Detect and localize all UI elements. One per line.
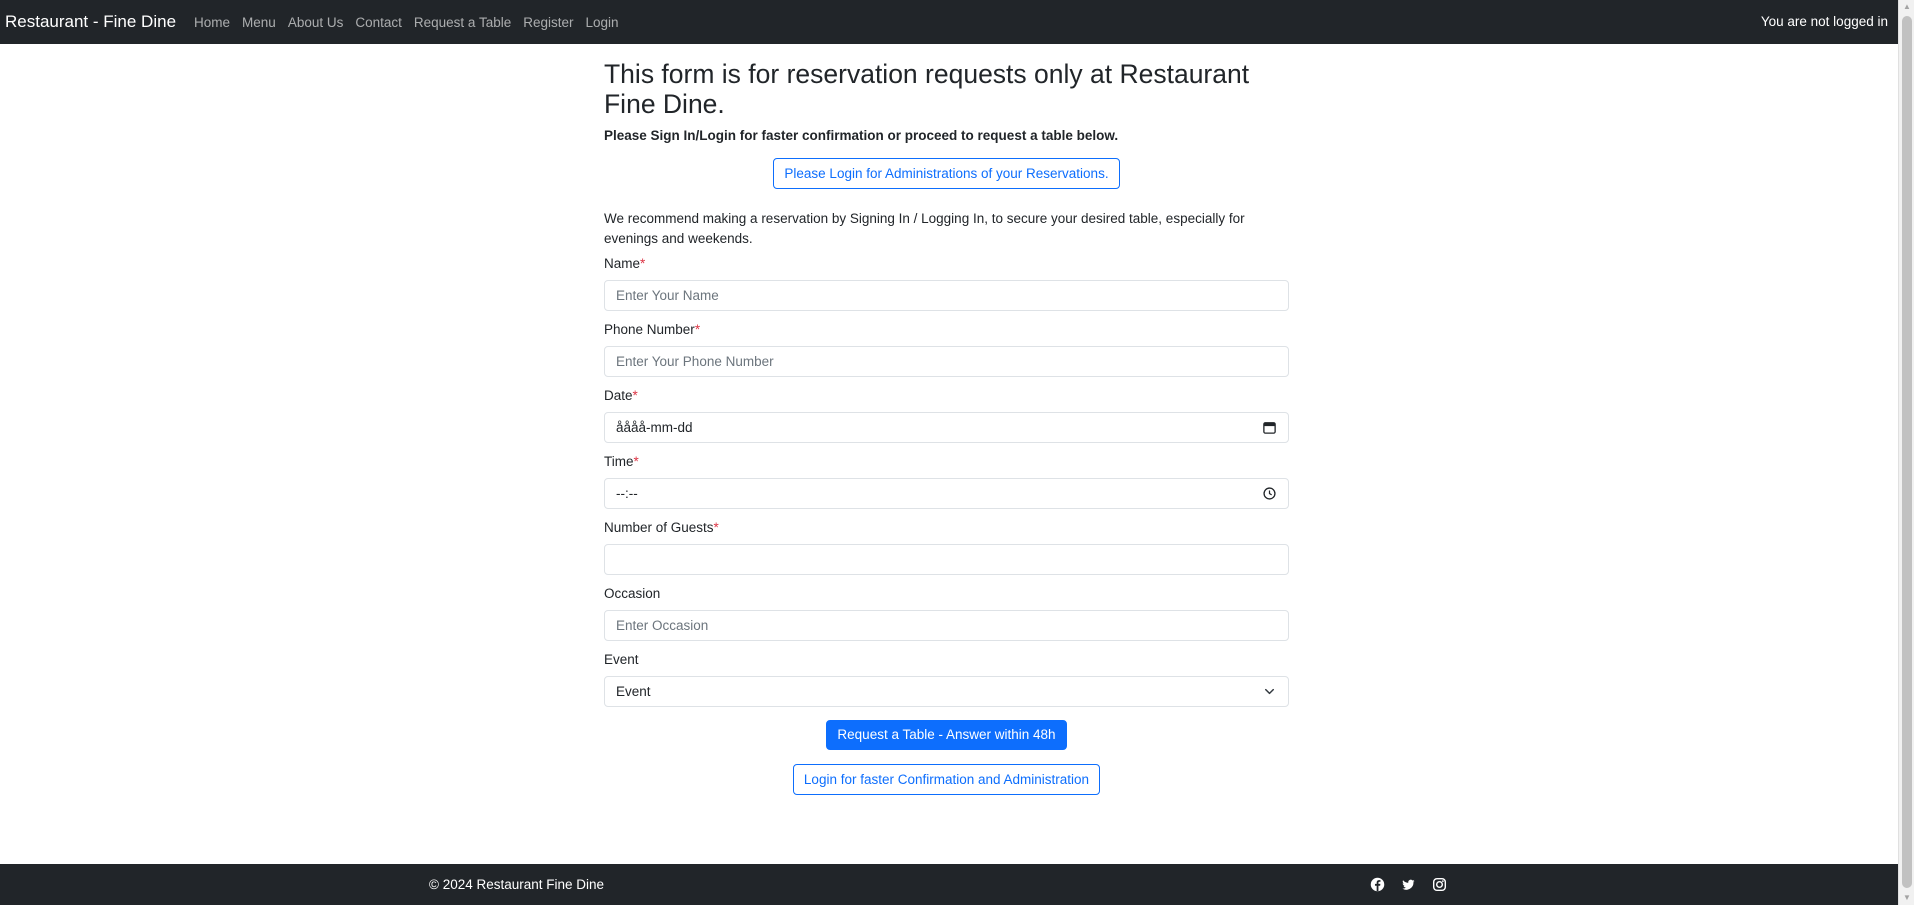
event-group: Event Event (604, 651, 1289, 707)
nav-link-home[interactable]: Home (194, 15, 230, 30)
name-placeholder: Enter Your Name (616, 288, 719, 303)
guests-label: Number of Guests* (604, 520, 719, 535)
phone-placeholder: Enter Your Phone Number (616, 354, 774, 369)
required-mark: * (633, 454, 639, 469)
reservation-form: Name* Enter Your Name Phone Number* Ente… (604, 255, 1289, 795)
date-label: Date* (604, 388, 638, 403)
guests-input[interactable] (604, 544, 1289, 575)
nav-link-register[interactable]: Register (523, 15, 573, 30)
reservation-page: This form is for reservation requests on… (604, 44, 1289, 795)
nav-link-menu[interactable]: Menu (242, 15, 276, 30)
occasion-input[interactable]: Enter Occasion (604, 610, 1289, 641)
phone-label: Phone Number* (604, 322, 701, 337)
scroll-up-arrow-icon[interactable]: ▲ (1899, 0, 1914, 14)
event-selected: Event (616, 684, 651, 699)
login-admin-button[interactable]: Please Login for Administrations of your… (773, 158, 1120, 189)
required-mark: * (694, 322, 701, 337)
facebook-icon[interactable] (1370, 877, 1385, 892)
nav-link-login[interactable]: Login (586, 15, 619, 30)
page-subtitle: Please Sign In/Login for faster confirma… (604, 128, 1119, 143)
footer: © 2024 Restaurant Fine Dine (0, 864, 1898, 905)
required-mark: * (713, 520, 719, 535)
occasion-placeholder: Enter Occasion (616, 618, 709, 633)
page-title: This form is for reservation requests on… (604, 59, 1250, 119)
nav-link-contact[interactable]: Contact (355, 15, 402, 30)
navbar: Restaurant - Fine Dine Home Menu About U… (0, 0, 1898, 44)
twitter-icon[interactable] (1401, 877, 1416, 892)
nav-link-about-us[interactable]: About Us (288, 15, 344, 30)
required-mark: * (640, 256, 646, 271)
recommend-text: We recommend making a reservation by Sig… (604, 211, 1245, 246)
copyright-text: © 2024 Restaurant Fine Dine (429, 877, 605, 892)
social-links (1370, 877, 1463, 892)
date-value: åååå-mm-dd (616, 420, 693, 435)
event-select[interactable]: Event (604, 676, 1289, 707)
nav-link-request-table[interactable]: Request a Table (414, 15, 511, 30)
scroll-down-arrow-icon[interactable]: ▼ (1899, 891, 1914, 905)
page-scrollbar[interactable]: ▲ ▼ (1898, 0, 1914, 905)
date-group: Date* åååå-mm-dd (604, 387, 1289, 443)
login-admin-wrap: Please Login for Administrations of your… (604, 158, 1289, 189)
name-group: Name* Enter Your Name (604, 255, 1289, 311)
chevron-down-icon (1265, 688, 1274, 695)
login-confirmation-button[interactable]: Login for faster Confirmation and Admini… (792, 764, 1101, 795)
time-label: Time* (604, 454, 639, 469)
phone-input[interactable]: Enter Your Phone Number (604, 346, 1289, 377)
guests-group: Number of Guests* (604, 519, 1289, 575)
required-mark: * (632, 388, 638, 403)
time-value: --:-- (616, 486, 638, 501)
time-input[interactable]: --:-- (604, 478, 1289, 509)
login-status-text: You are not logged in (1760, 14, 1888, 29)
clock-icon[interactable] (1262, 486, 1277, 501)
login-confirm-wrap: Login for faster Confirmation and Admini… (604, 764, 1289, 795)
date-input[interactable]: åååå-mm-dd (604, 412, 1289, 443)
submit-wrap: Request a Table - Answer within 48h (604, 720, 1289, 750)
time-group: Time* --:-- (604, 453, 1289, 509)
occasion-label: Occasion (604, 586, 661, 601)
name-input[interactable]: Enter Your Name (604, 280, 1289, 311)
name-label: Name* (604, 256, 646, 271)
scroll-thumb[interactable] (1902, 16, 1912, 888)
request-table-button[interactable]: Request a Table - Answer within 48h (826, 720, 1067, 750)
phone-group: Phone Number* Enter Your Phone Number (604, 321, 1289, 377)
calendar-icon[interactable] (1262, 420, 1277, 435)
nav-links: Home Menu About Us Contact Request a Tab… (194, 15, 631, 30)
event-label: Event (604, 652, 639, 667)
occasion-group: Occasion Enter Occasion (604, 585, 1289, 641)
instagram-icon[interactable] (1432, 877, 1447, 892)
brand-link[interactable]: Restaurant - Fine Dine (5, 12, 176, 32)
